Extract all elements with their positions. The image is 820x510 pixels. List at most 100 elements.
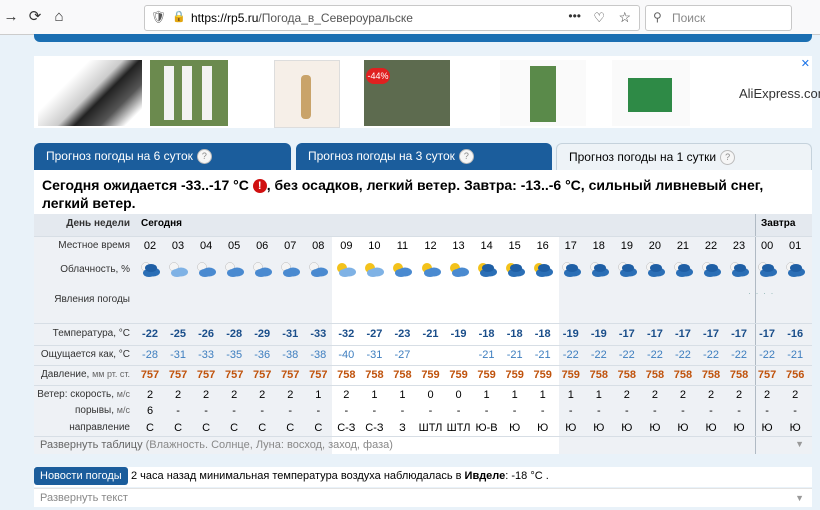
overcast-night-icon[interactable] [700,260,722,278]
hour-cell: 00 [760,240,774,252]
tab-1-day[interactable]: Прогноз погоды на 1 сутки? [556,143,812,170]
wind-direction-cell: Ю [537,422,549,434]
wind-gust-cell: - [540,405,545,417]
ad-tattoo-pen-image[interactable] [274,60,340,128]
cloudy-night-icon[interactable] [223,260,245,278]
news-bar: Новости погоды 2 часа назад минимальная … [34,467,812,487]
expand-table-link[interactable]: Развернуть таблицу (Влажность. Солнце, Л… [40,439,393,451]
chevron-down-icon[interactable]: ▼ [795,439,804,449]
overcast-day-icon[interactable] [532,260,554,278]
pressure-cell: 758 [617,369,637,381]
ad-drill-press-image[interactable] [500,60,586,126]
url-path: /Погода_в_Североуральске [258,11,413,25]
temperature-cell: -19 [562,328,579,340]
wind-speed-cell: 2 [259,389,266,401]
pocket-icon[interactable]: ♡ [593,10,605,26]
cloudy-day-icon[interactable] [420,260,442,278]
partly-cloudy-day-icon[interactable] [335,260,357,278]
forward-icon[interactable]: → [2,8,20,26]
temperature-cell: -18 [478,328,495,340]
feels-like-cell: -22 [618,349,635,361]
overcast-night-icon[interactable] [728,260,750,278]
wind-direction-cell: С [286,422,295,434]
bookmark-star-icon[interactable]: ☆ [618,9,631,26]
overcast-night-icon[interactable] [139,260,161,278]
overcast-night-icon[interactable] [756,260,778,278]
hour-cell: 02 [143,240,157,252]
page-actions-icon[interactable]: ••• [568,9,581,23]
reload-icon[interactable]: ⟳ [26,8,44,26]
partly-cloudy-night-icon[interactable] [167,260,189,278]
overcast-night-icon[interactable] [784,260,806,278]
ad-banner[interactable]: -44% AliExpress.com ✕ [34,56,820,128]
ad-close-icon[interactable]: ✕ [801,57,810,70]
ad-winter-jacket-image[interactable]: -44% [364,60,450,126]
address-bar[interactable]: 🛡 🔒 https://rp5.ru/Погода_в_Североуральс… [144,5,640,31]
wind-direction-cell: С [258,422,267,434]
temperature-cell: -19 [450,328,467,340]
cloudy-night-icon[interactable] [307,260,329,278]
overcast-night-icon[interactable] [672,260,694,278]
cloudy-night-icon[interactable] [195,260,217,278]
hour-cell: 09 [340,240,353,252]
ad-usb-drive-image[interactable] [38,60,142,126]
temperature-cell: -28 [226,328,243,340]
help-icon[interactable]: ? [458,149,474,165]
temperature-cell: -17 [703,328,719,340]
snow-icon: · · · · [748,288,775,298]
overcast-day-icon[interactable] [504,260,526,278]
ad-bike-fork-image[interactable] [150,60,228,126]
search-bar[interactable]: ⚲ Поиск [645,5,792,31]
wind-speed-cell: 0 [455,389,462,401]
chevron-down-icon[interactable]: ▼ [795,493,804,503]
temperature-cell: -33 [310,328,327,340]
row-day: День недели Сегодня Завтра [34,214,812,454]
overcast-night-icon[interactable] [588,260,610,278]
help-icon[interactable]: ? [720,150,736,166]
temperature-cell: -17 [618,328,635,340]
wind-direction-cell: С [314,422,323,434]
hour-cell: 16 [536,240,549,252]
pressure-cell: 759 [449,369,468,381]
overcast-night-icon[interactable] [560,260,582,278]
label-cloud: Облачность, % [60,264,130,275]
wind-gust-cell: - [709,405,713,417]
hour-cell: 05 [228,240,241,252]
cloudy-day-icon[interactable] [448,260,470,278]
wind-gust-cell: - [512,405,517,417]
tab-3-days[interactable]: Прогноз погоды на 3 суток? [296,143,552,170]
expand-text-row[interactable]: Развернуть текст ▼ [34,488,812,507]
overcast-night-icon[interactable] [644,260,666,278]
pressure-cell: 758 [701,369,721,381]
cloudy-day-icon[interactable] [391,260,413,278]
wind-direction-cell: С [146,422,154,434]
pressure-cell: 759 [477,369,496,381]
overcast-night-icon[interactable] [616,260,638,278]
wind-direction-cell: Ю [705,422,717,434]
wind-speed-cell: 2 [174,389,182,401]
hour-cell: 15 [508,240,521,252]
help-icon[interactable]: ? [196,149,212,165]
expand-text-link[interactable]: Развернуть текст [40,492,128,504]
aliexpress-link[interactable]: AliExpress.com [739,86,820,101]
warning-icon[interactable]: ! [252,179,267,194]
hour-cell: 10 [368,240,381,252]
ad-circuit-board-image[interactable] [612,60,690,126]
feels-like-cell: -38 [310,349,327,361]
hour-cell: 12 [424,240,437,252]
temperature-cell: -17 [759,328,776,340]
hour-cell: 04 [199,240,213,252]
wind-speed-cell: 2 [735,389,743,401]
overcast-day-icon[interactable] [476,260,498,278]
home-icon[interactable]: ⌂ [50,8,68,26]
cloudy-night-icon[interactable] [279,260,301,278]
tab-6-days[interactable]: Прогноз погоды на 6 суток? [34,143,291,170]
news-button[interactable]: Новости погоды [34,467,128,485]
partly-cloudy-day-icon[interactable] [363,260,385,278]
wind-direction-cell: Ю [621,422,633,434]
wind-gust-cell: - [372,405,377,417]
expand-table-row[interactable]: Развернуть таблицу (Влажность. Солнце, Л… [34,439,812,453]
hour-cell: 23 [732,240,746,252]
hour-cell: 11 [396,240,409,252]
cloudy-night-icon[interactable] [251,260,273,278]
